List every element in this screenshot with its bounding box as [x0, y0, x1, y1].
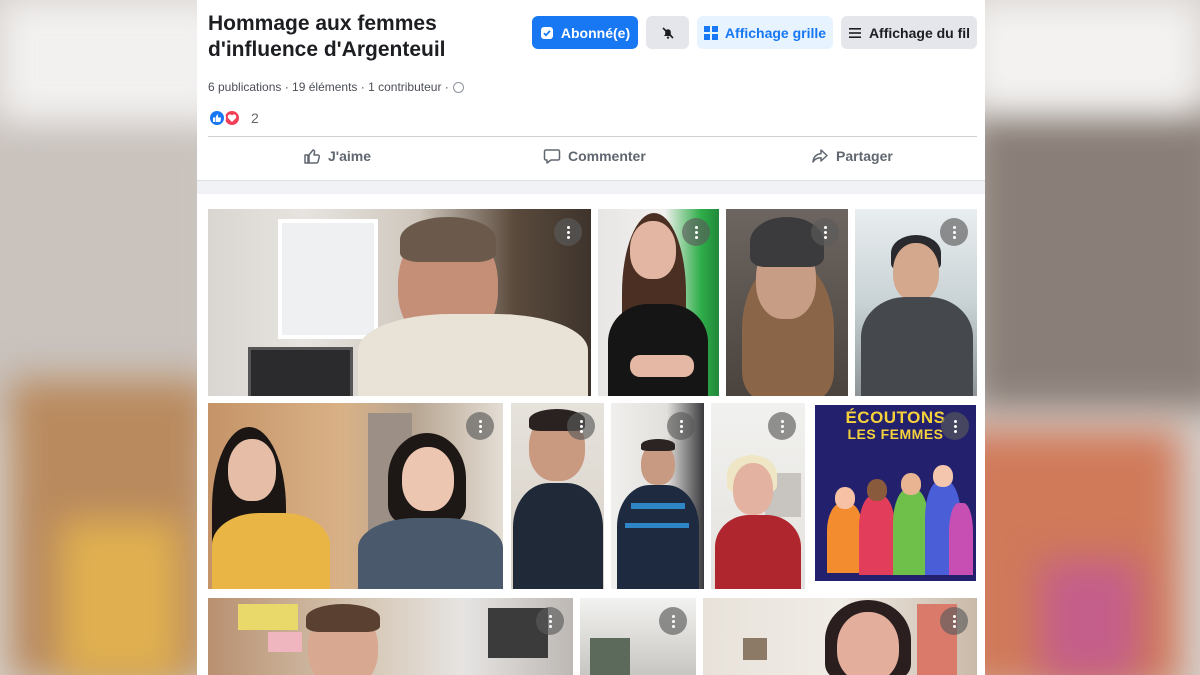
notifications-button[interactable] [646, 16, 689, 49]
more-options-icon[interactable] [554, 218, 582, 246]
media-tile[interactable] [711, 403, 805, 589]
more-options-icon[interactable] [940, 218, 968, 246]
album-meta-text: 6 publications · 19 éléments · 1 contrib… [208, 80, 449, 94]
reactions-summary[interactable]: 2 [208, 109, 259, 127]
feed-view-label: Affichage du fil [868, 24, 971, 41]
media-tile[interactable] [208, 598, 573, 675]
more-options-icon[interactable] [940, 607, 968, 635]
more-options-icon[interactable] [536, 607, 564, 635]
like-label: J'aime [328, 148, 372, 164]
media-tile[interactable] [208, 209, 591, 396]
globe-icon [452, 81, 464, 93]
more-options-icon[interactable] [768, 412, 796, 440]
more-options-icon[interactable] [567, 412, 595, 440]
share-icon [812, 149, 828, 163]
like-reaction-icon [208, 109, 226, 127]
reaction-count: 2 [251, 110, 259, 126]
more-options-icon[interactable] [811, 218, 839, 246]
media-tile[interactable] [726, 209, 848, 396]
album-header-card: Hommage aux femmes d'influence d'Argente… [197, 0, 985, 181]
comment-label: Commenter [568, 148, 646, 164]
grid-view-button[interactable]: Affichage grille [697, 16, 833, 49]
media-grid: ÉCOUTONS LES FEMMES [197, 194, 985, 675]
list-icon [848, 26, 862, 40]
more-options-icon[interactable] [659, 607, 687, 635]
grid-view-label: Affichage grille [724, 24, 827, 41]
subscribed-label: Abonné(e) [560, 24, 631, 41]
subscribed-button[interactable]: Abonné(e) [532, 16, 638, 49]
grid-icon [703, 25, 718, 40]
media-tile[interactable] [703, 598, 977, 675]
divider [208, 136, 977, 137]
thumbs-up-icon [304, 149, 321, 164]
more-options-icon[interactable] [466, 412, 494, 440]
media-tile[interactable] [611, 403, 704, 589]
comment-icon [543, 149, 561, 164]
album-title: Hommage aux femmes d'influence d'Argente… [208, 12, 446, 61]
feed-view-button[interactable]: Affichage du fil [841, 16, 977, 49]
more-options-icon[interactable] [941, 412, 969, 440]
album-meta: 6 publications · 19 éléments · 1 contrib… [208, 80, 464, 94]
media-tile[interactable] [208, 403, 503, 589]
like-button[interactable]: J'aime [303, 147, 371, 165]
bell-off-icon [661, 26, 675, 40]
subscribed-check-icon [540, 26, 554, 40]
album-panel: Hommage aux femmes d'influence d'Argente… [197, 0, 985, 675]
media-tile[interactable]: ÉCOUTONS LES FEMMES [813, 403, 978, 589]
comment-button[interactable]: Commenter [543, 147, 646, 165]
media-tile[interactable] [855, 209, 977, 396]
more-options-icon[interactable] [682, 218, 710, 246]
share-button[interactable]: Partager [811, 147, 893, 165]
media-tile[interactable] [598, 209, 719, 396]
share-label: Partager [836, 148, 893, 164]
media-tile[interactable] [511, 403, 604, 589]
more-options-icon[interactable] [667, 412, 695, 440]
media-tile[interactable] [580, 598, 696, 675]
